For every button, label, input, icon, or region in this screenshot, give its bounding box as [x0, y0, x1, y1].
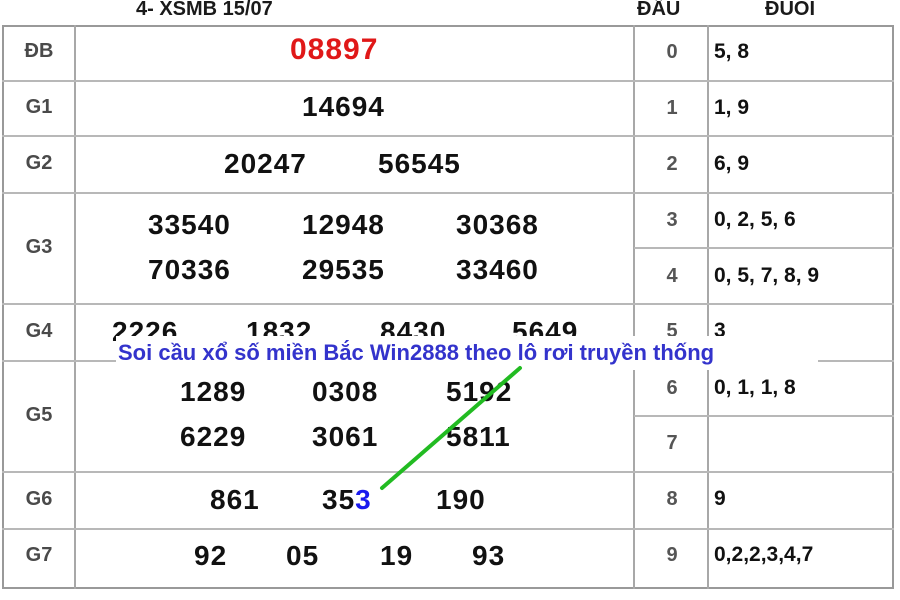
connector-line-layer: [380, 366, 522, 490]
connector-line: [380, 366, 522, 490]
